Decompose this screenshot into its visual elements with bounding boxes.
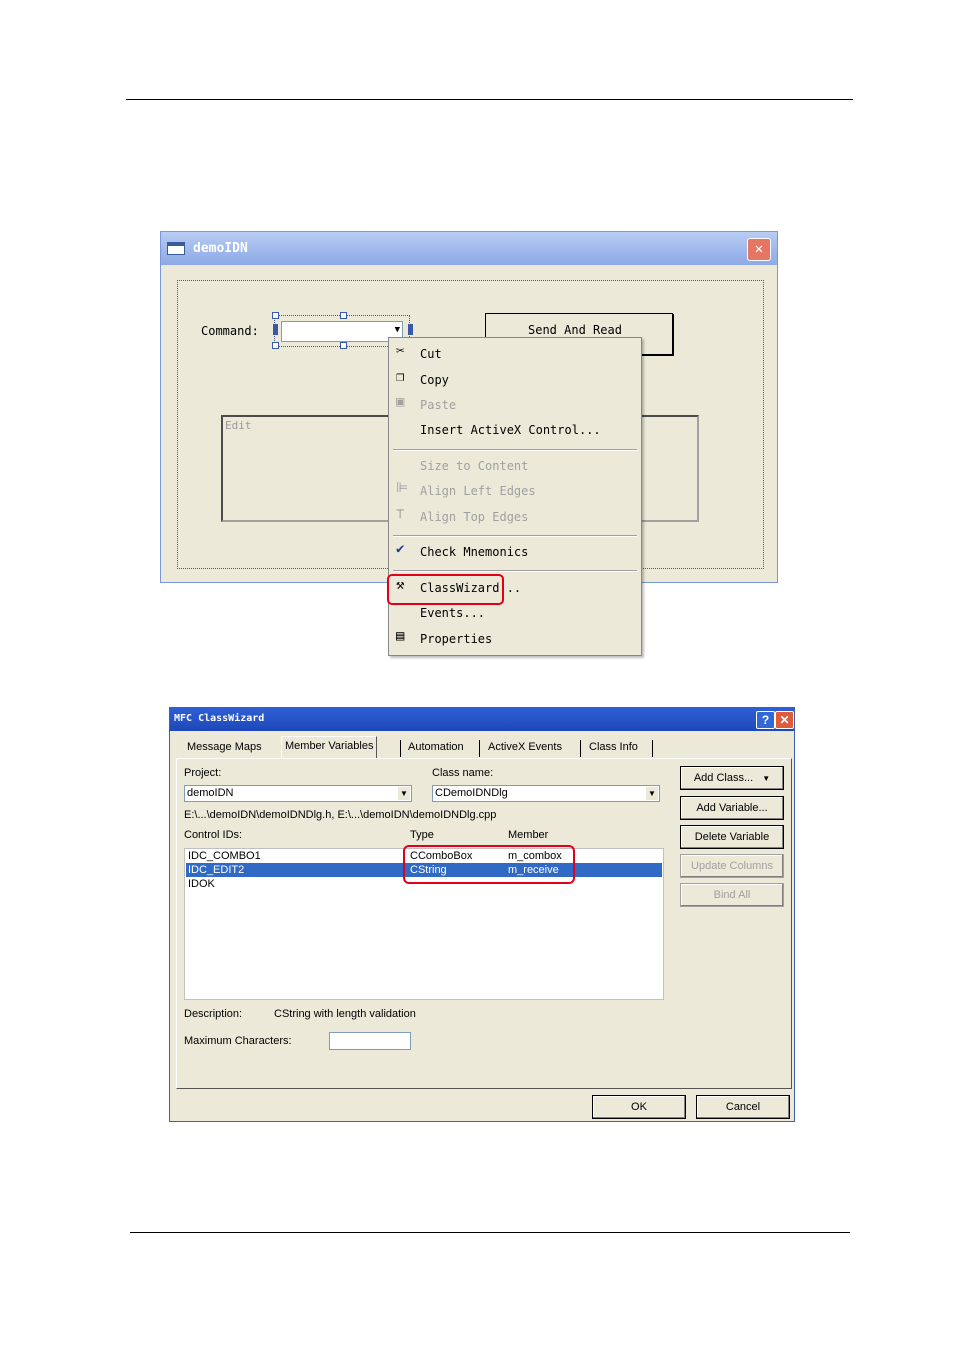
resize-handle[interactable]: [272, 312, 279, 319]
tab-class-info[interactable]: Class Info: [586, 738, 641, 757]
resize-handle[interactable]: [340, 342, 347, 349]
add-variable-button[interactable]: Add Variable...: [680, 796, 784, 820]
align-top-icon: ⊤: [396, 506, 405, 522]
tab-activex-events[interactable]: ActiveX Events: [485, 738, 565, 757]
member-header: Member: [508, 829, 549, 841]
tab-message-maps[interactable]: Message Maps: [184, 738, 265, 757]
tab-divider: [652, 740, 653, 757]
bottom-rule: [130, 1232, 850, 1233]
bind-all-button[interactable]: Bind All: [680, 883, 784, 907]
menu-item-events[interactable]: Events...: [420, 606, 485, 620]
project-combobox[interactable]: demoIDN ▼: [184, 785, 412, 802]
context-menu: ✂ Cut ❐ Copy ▣ Paste Insert ActiveX Cont…: [388, 337, 642, 656]
project-value: demoIDN: [187, 787, 234, 799]
window-icon: [167, 242, 185, 255]
tab-divider: [479, 740, 480, 757]
row-id: IDC_COMBO1: [188, 850, 261, 862]
paste-icon: ▣: [396, 394, 405, 410]
help-button[interactable]: ?: [756, 711, 775, 729]
project-dropdown-arrow-icon[interactable]: ▼: [398, 787, 410, 800]
tab-member-variables[interactable]: Member Variables: [281, 736, 378, 759]
demo-close-button[interactable]: ✕: [747, 238, 771, 261]
classwizard-title: MFC ClassWizard: [174, 713, 265, 724]
menu-separator: [393, 535, 637, 537]
menu-separator: [393, 570, 637, 572]
cancel-button[interactable]: Cancel: [696, 1095, 790, 1119]
tab-divider: [400, 740, 401, 757]
classwizard-close-button[interactable]: ✕: [775, 711, 794, 729]
copy-icon: ❐: [396, 369, 405, 385]
menu-item-properties[interactable]: Properties: [420, 632, 492, 646]
update-columns-button[interactable]: Update Columns: [680, 854, 784, 878]
resize-handle[interactable]: [340, 312, 347, 319]
menu-item-align-top[interactable]: Align Top Edges: [420, 510, 528, 524]
top-rule: [126, 99, 853, 100]
menu-item-check-mnemonics[interactable]: Check Mnemonics: [420, 545, 528, 559]
class-name-label: Class name:: [432, 767, 494, 779]
delete-variable-button[interactable]: Delete Variable: [680, 825, 784, 849]
menu-item-paste[interactable]: Paste: [420, 398, 456, 412]
row-id: IDC_EDIT2: [188, 864, 245, 876]
add-class-label: Add Class...: [693, 772, 754, 784]
menu-item-insert-activex[interactable]: Insert ActiveX Control...: [420, 423, 601, 437]
class-name-value: CDemoIDNDlg: [435, 787, 508, 799]
control-ids-header: Control IDs:: [184, 829, 243, 841]
demo-title: demoIDN: [193, 241, 248, 256]
class-dropdown-arrow-icon[interactable]: ▼: [646, 787, 658, 800]
check-mnemonics-icon: ✔: [396, 541, 405, 557]
resize-handle-solid[interactable]: [408, 324, 413, 335]
description-value: CString with length validation: [274, 1008, 416, 1020]
classwizard-highlight-marker: [387, 574, 504, 605]
edit-placeholder: Edit: [225, 419, 252, 432]
resize-handle[interactable]: [272, 342, 279, 349]
menu-item-cut[interactable]: Cut: [420, 347, 442, 361]
chevron-down-icon: ▼: [762, 774, 771, 783]
resize-handle-solid[interactable]: [273, 324, 278, 335]
classwizard-dialog: MFC ClassWizard ? ✕ Message Maps Member …: [169, 707, 795, 1122]
class-name-combobox[interactable]: CDemoIDNDlg ▼: [432, 785, 660, 802]
add-class-button[interactable]: Add Class... ▼: [680, 766, 784, 790]
classwizard-titlebar: MFC ClassWizard ? ✕: [170, 708, 794, 731]
align-left-icon: ⊫: [396, 480, 409, 496]
tab-divider: [580, 740, 581, 757]
menu-item-size-to-content[interactable]: Size to Content: [420, 459, 528, 473]
ok-button[interactable]: OK: [592, 1095, 686, 1119]
type-header: Type: [410, 829, 434, 841]
file-path: E:\...\demoIDN\demoIDNDlg.h, E:\...\demo…: [184, 809, 497, 821]
scissors-icon: ✂: [396, 343, 405, 359]
project-label: Project:: [184, 767, 222, 779]
description-label: Description:: [184, 1008, 243, 1020]
properties-icon: ▤: [396, 628, 405, 644]
send-and-read-label: Send And Read: [528, 323, 622, 337]
menu-item-copy[interactable]: Copy: [420, 373, 449, 387]
command-label: Command:: [201, 324, 259, 338]
demo-titlebar: demoIDN ✕: [161, 232, 777, 265]
type-member-highlight-marker: [403, 845, 575, 884]
row-id: IDOK: [188, 878, 215, 890]
menu-separator: [393, 449, 637, 451]
menu-item-align-left[interactable]: Align Left Edges: [420, 484, 536, 498]
max-characters-label: Maximum Characters:: [184, 1035, 292, 1047]
tab-automation[interactable]: Automation: [405, 738, 467, 757]
max-characters-input[interactable]: [329, 1032, 411, 1050]
